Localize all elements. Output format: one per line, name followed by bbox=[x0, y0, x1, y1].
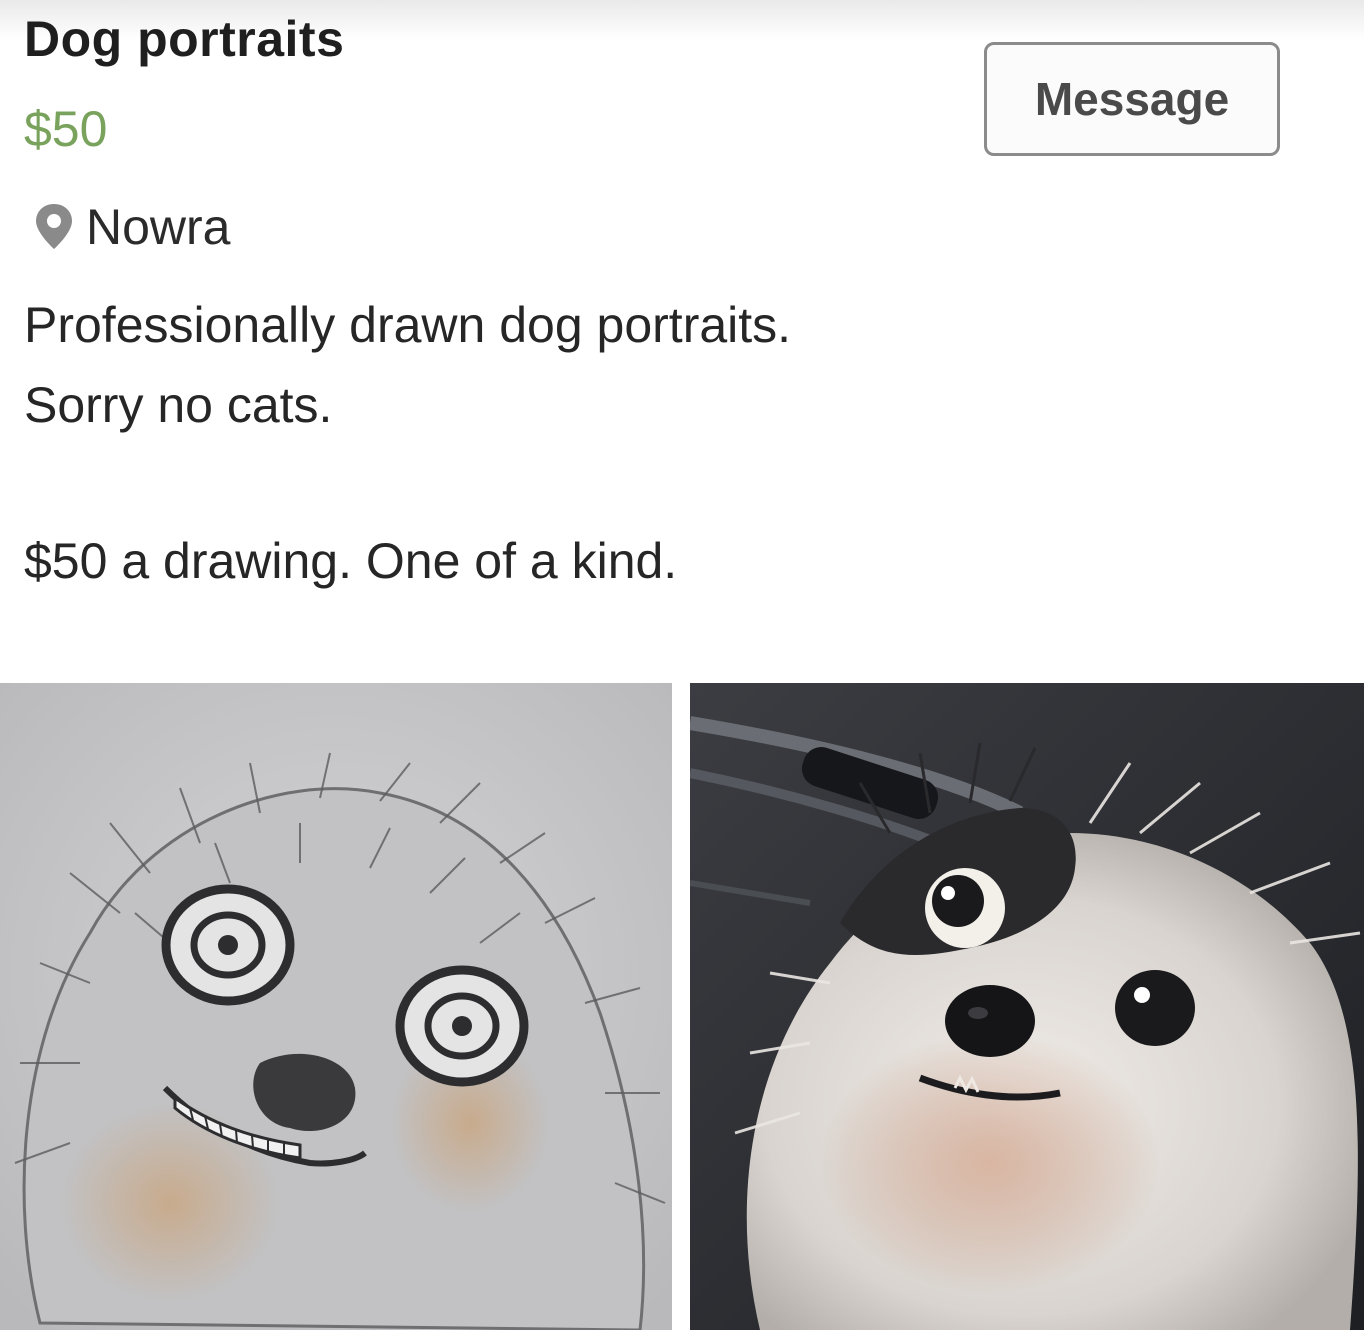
dog-photo[interactable] bbox=[690, 683, 1364, 1330]
dog-drawing-illustration bbox=[0, 683, 672, 1330]
dog-photo-illustration bbox=[690, 683, 1364, 1330]
description-line-2: Sorry no cats. bbox=[24, 377, 333, 433]
listing-location: Nowra bbox=[32, 195, 230, 259]
drawing-photo[interactable] bbox=[0, 683, 672, 1330]
description-line-1: Professionally drawn dog portraits. bbox=[24, 297, 792, 353]
listing-card: Dog portraits $50 Message Nowra Professi… bbox=[0, 0, 1364, 1330]
description-line-3: $50 a drawing. One of a kind. bbox=[24, 533, 678, 589]
drawing-eye-left bbox=[161, 884, 295, 1006]
location-label: Nowra bbox=[86, 199, 231, 255]
listing-price: $50 bbox=[24, 101, 108, 157]
drawing-eye-right bbox=[395, 965, 529, 1087]
map-pin-icon bbox=[36, 204, 72, 249]
listing-title: Dog portraits bbox=[24, 11, 345, 67]
message-button[interactable]: Message bbox=[984, 42, 1280, 156]
